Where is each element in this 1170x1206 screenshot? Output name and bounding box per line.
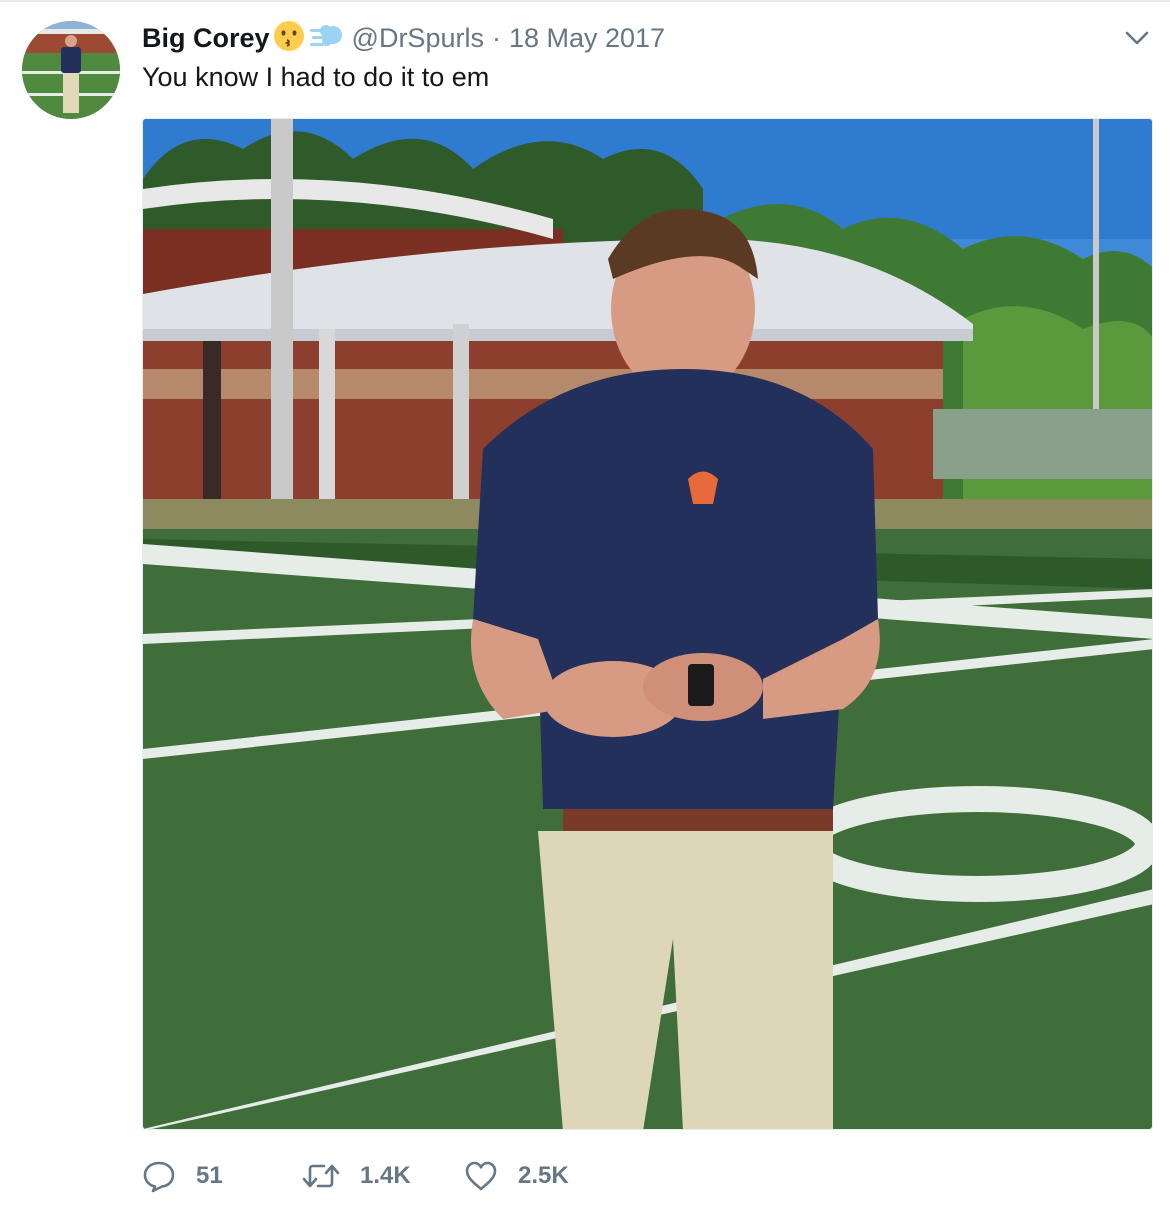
reply-count: 51: [196, 1162, 223, 1189]
tweet-text: You know I had to do it to em: [142, 62, 490, 92]
like-count: 2.5K: [518, 1162, 569, 1189]
retweet-icon: [302, 1164, 340, 1188]
reply-button[interactable]: 51: [142, 1159, 302, 1193]
kissing-face-emoji-icon: [272, 19, 306, 58]
retweet-button[interactable]: 1.4K: [302, 1159, 464, 1193]
reply-icon: [143, 1161, 175, 1193]
tweet-actions: 51 1.4K 2.5K: [142, 1150, 664, 1202]
dash-emoji-icon: [308, 19, 344, 58]
tweet-media-video[interactable]: [142, 118, 1153, 1130]
author-handle[interactable]: @DrSpurls: [352, 23, 484, 54]
tweet-header: Big Corey @DrSpurls · 18 May 2017: [142, 18, 665, 58]
avatar-image: [22, 21, 120, 119]
avatar[interactable]: [22, 21, 120, 119]
chevron-down-icon[interactable]: [1124, 28, 1150, 48]
heart-icon: [465, 1161, 497, 1191]
author-name[interactable]: Big Corey: [142, 23, 270, 54]
media-frame: [143, 119, 1152, 1129]
top-divider: [0, 0, 1170, 2]
retweet-count: 1.4K: [360, 1162, 411, 1189]
separator-dot: ·: [491, 22, 501, 53]
tweet-date[interactable]: 18 May 2017: [509, 23, 665, 54]
like-button[interactable]: 2.5K: [464, 1159, 664, 1193]
